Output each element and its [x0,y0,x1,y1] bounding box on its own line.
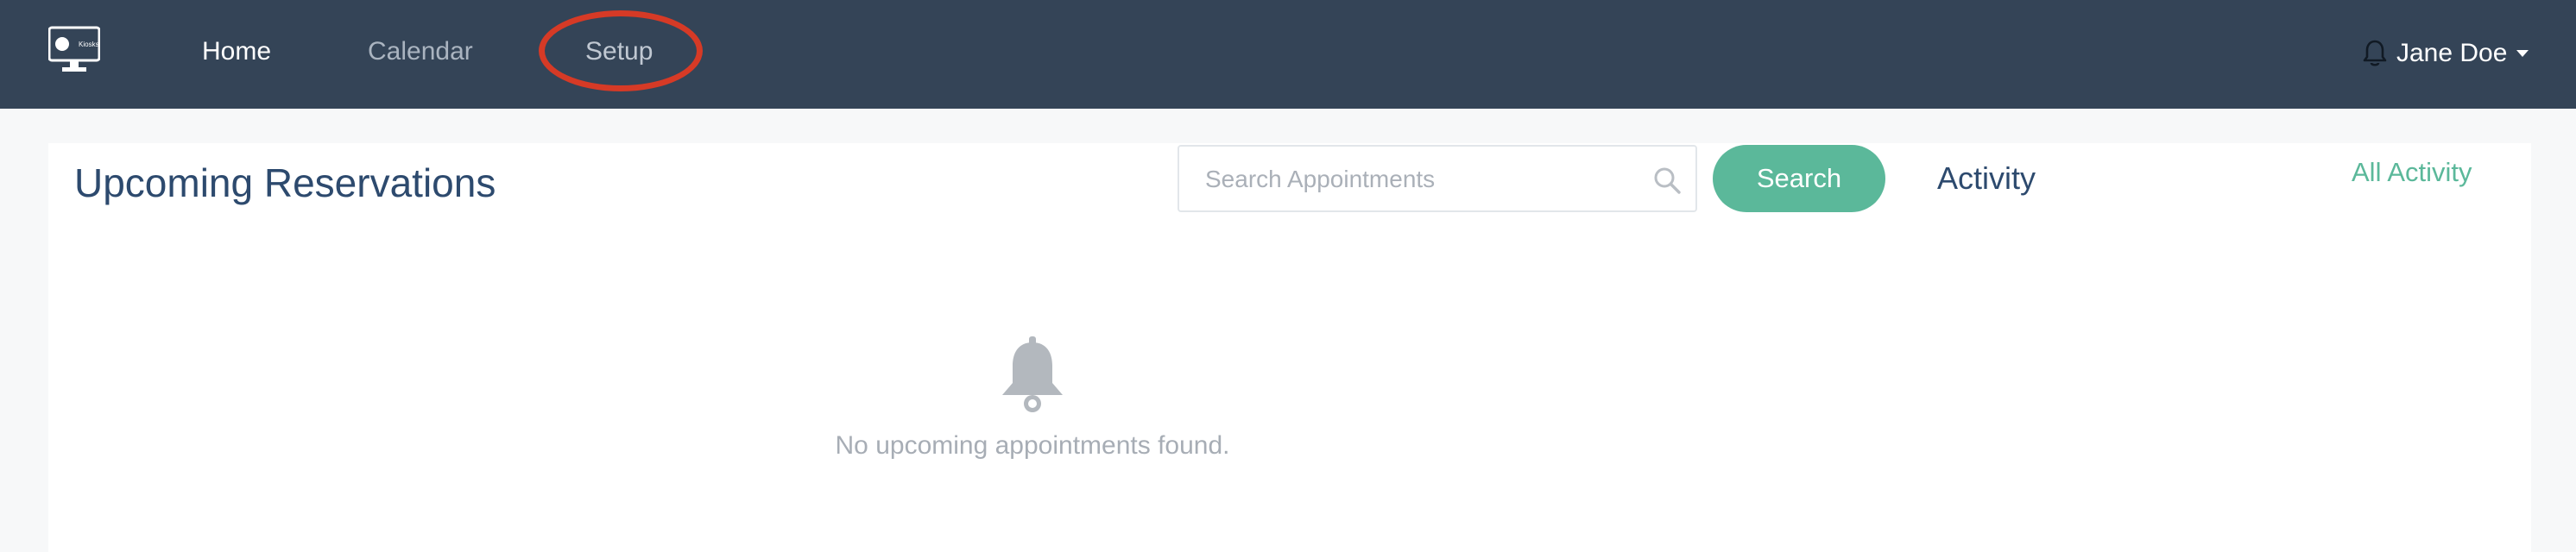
user-name[interactable]: Jane Doe [2396,39,2507,68]
user-menu[interactable]: Jane Doe [2362,34,2529,72]
reservations-panel: Upcoming Reservations Search Activity Al… [48,143,2531,552]
nav-calendar[interactable]: Calendar [368,34,473,69]
kiosk-logo-icon[interactable]: Kiosks [47,26,101,74]
page-title: Upcoming Reservations [74,160,496,205]
activity-title: Activity [1937,160,2036,196]
search-button[interactable]: Search [1713,145,1885,212]
chevron-down-icon[interactable] [2516,48,2529,59]
notification-bell-icon[interactable] [2362,39,2388,68]
search-field[interactable] [1178,145,1697,212]
nav-home[interactable]: Home [202,34,271,69]
search-input[interactable] [1203,159,1638,200]
empty-message: No upcoming appointments found. [835,431,1230,460]
svg-text:Kiosks: Kiosks [79,41,99,48]
bell-icon [1002,336,1063,412]
top-navbar: Kiosks Home Calendar Setup Jane Doe [0,0,2576,109]
all-activity-link[interactable]: All Activity [2352,154,2472,191]
search-icon[interactable] [1652,166,1682,195]
empty-state: No upcoming appointments found. [756,335,1309,461]
nav-setup[interactable]: Setup [585,34,653,69]
